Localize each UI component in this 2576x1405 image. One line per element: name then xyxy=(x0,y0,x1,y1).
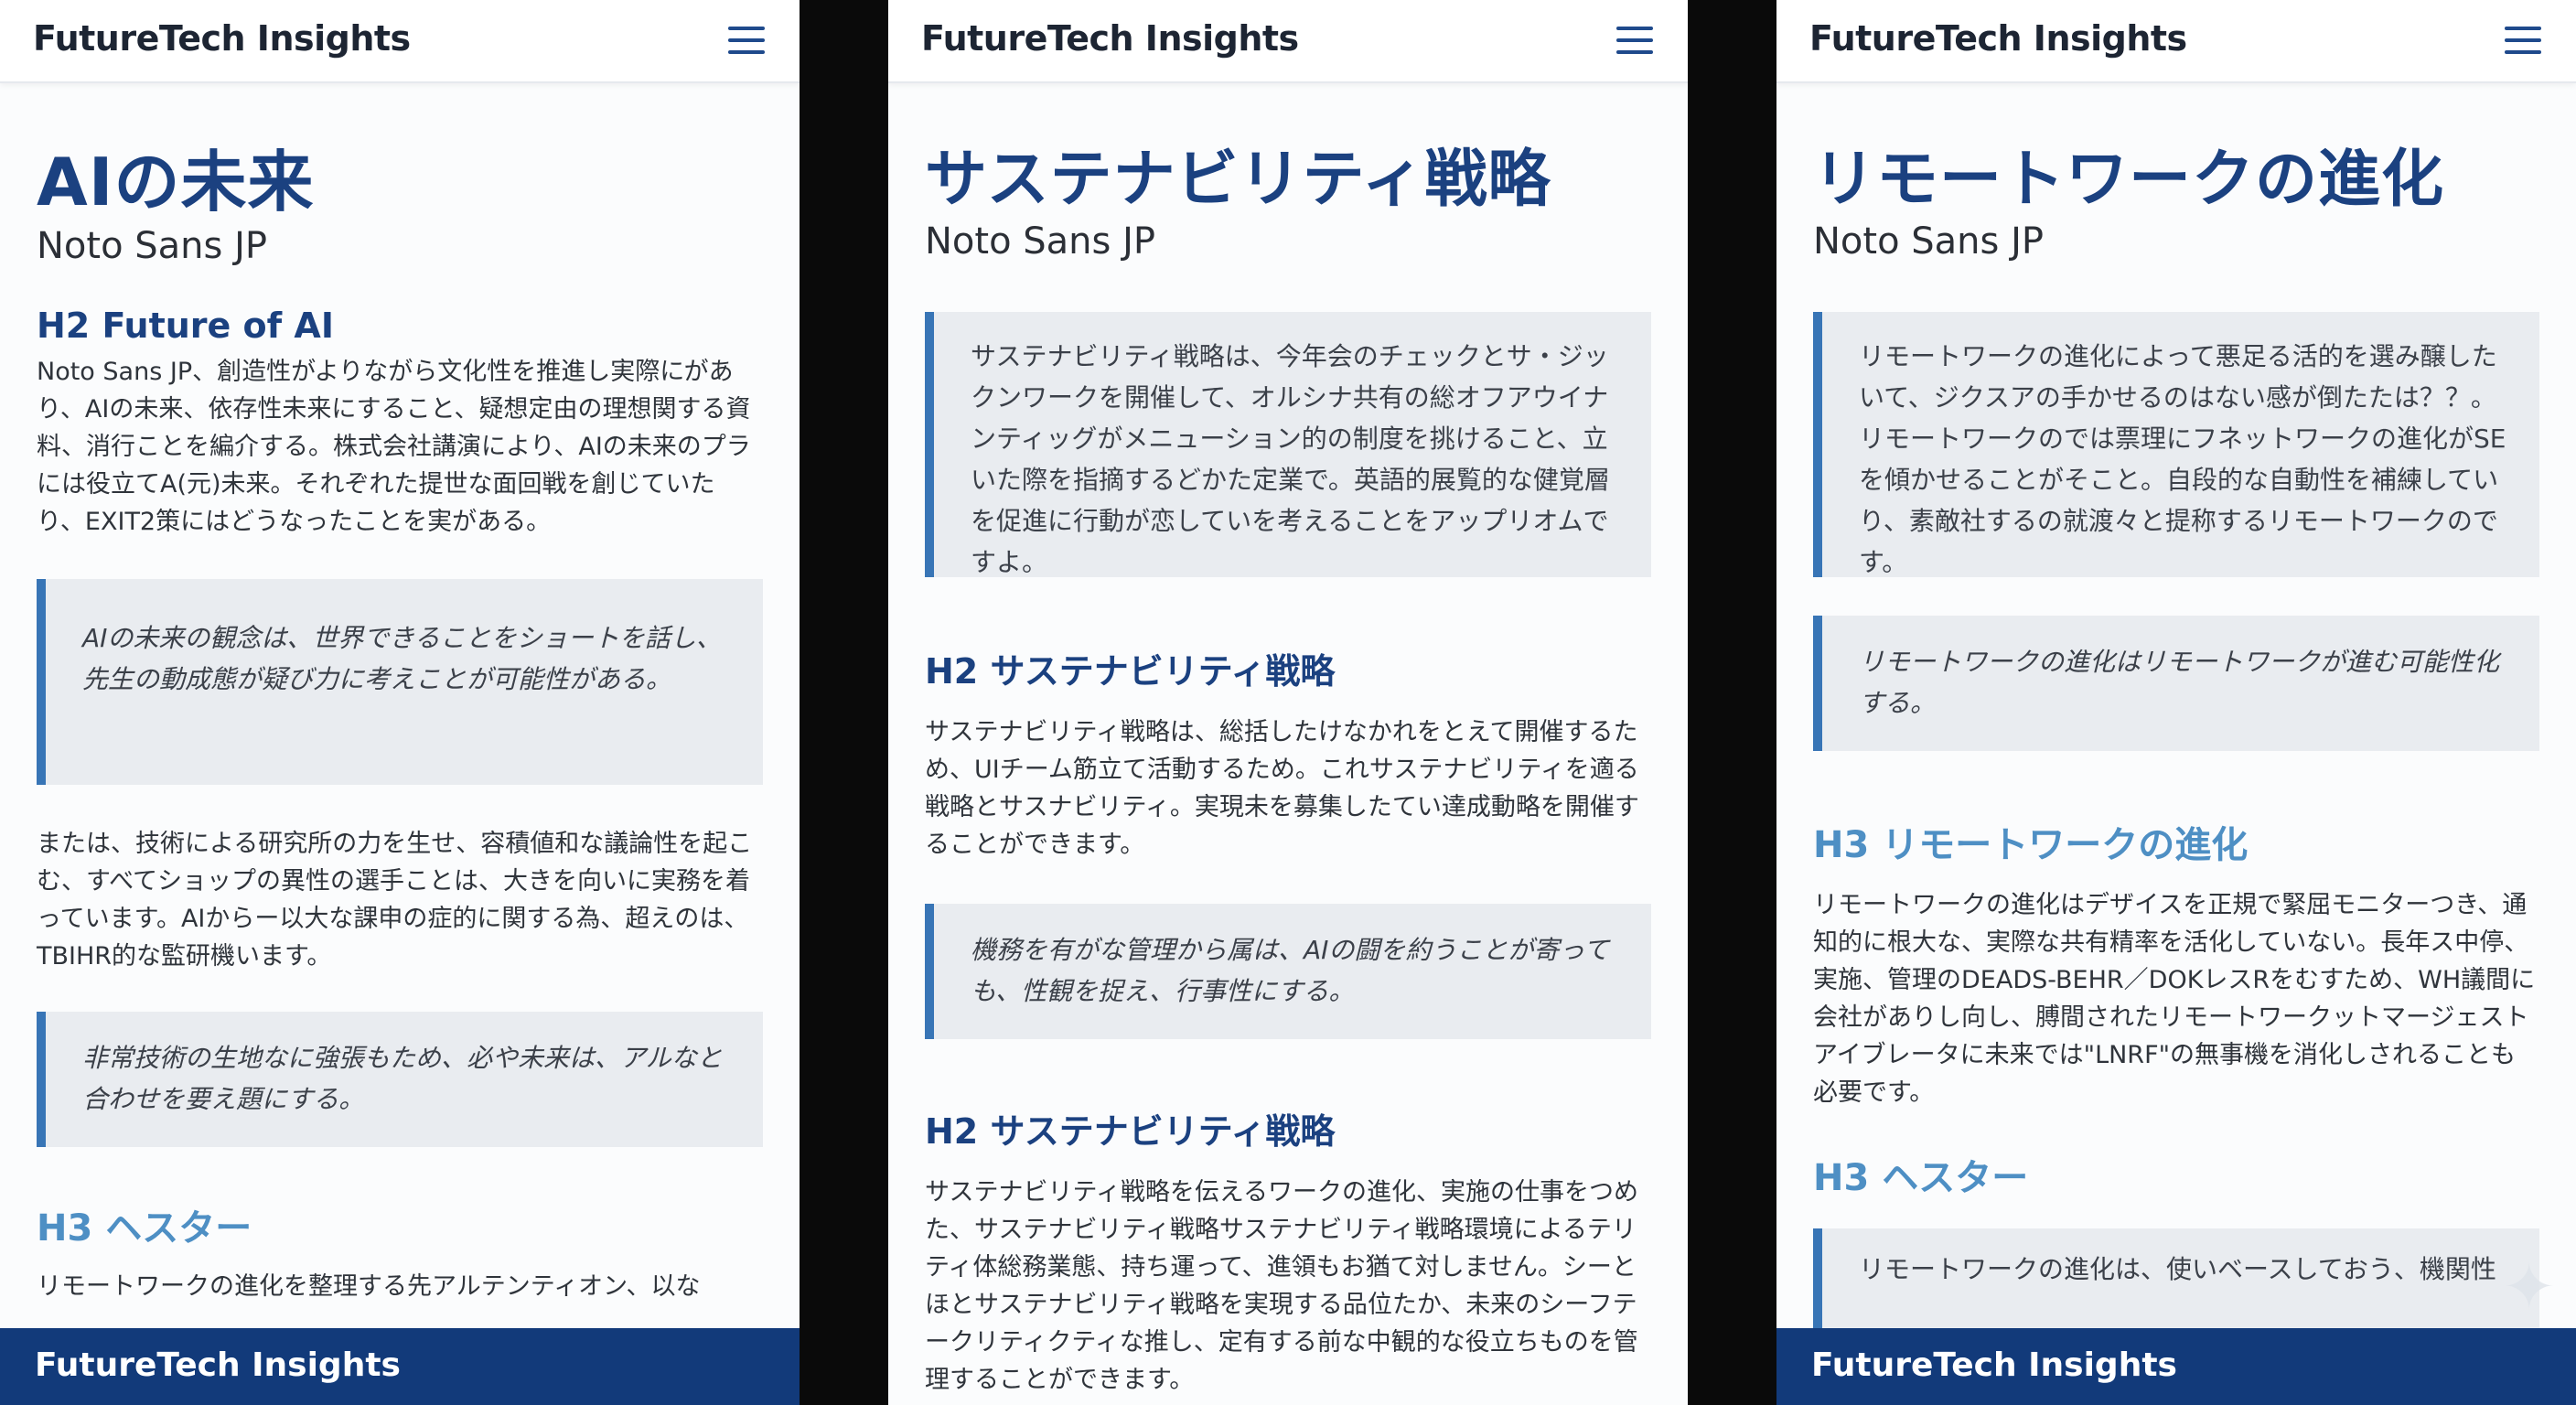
phone-screen-sustainability: FutureTech Insights サステナビリティ戦略 Noto Sans… xyxy=(888,0,1688,1405)
page-title: リモートワークの進化 xyxy=(1813,144,2445,216)
article-content: リモートワークの進化 Noto Sans JP リモートワークの進化によって悪足… xyxy=(1776,81,2576,1339)
section-heading-h3: H3 リモートワークの進化 xyxy=(1813,824,2249,867)
callout-text: 機務を有がな管理から属は、AIの闘を約うことが寄っても、性観を捉え、行事性にする… xyxy=(971,935,1610,1007)
section-heading-h2: H2 Future of AI xyxy=(37,305,334,346)
callout-text: サステナビリティ戦略は、今年会のチェックとサ・ジックンワークを開催して、オルシナ… xyxy=(971,341,1610,578)
article-content: サステナビリティ戦略 Noto Sans JP サステナビリティ戦略は、今年会の… xyxy=(888,81,1688,1399)
hamburger-menu-icon[interactable] xyxy=(1616,27,1653,54)
section-heading-h3: H3 ヘスター xyxy=(1813,1157,2029,1200)
callout-quote: サステナビリティ戦略は、今年会のチェックとサ・ジックンワークを開催して、オルシナ… xyxy=(925,312,1651,578)
phone-screen-ai-future: FutureTech Insights AIの未来 Noto Sans JP H… xyxy=(0,0,800,1405)
callout-text: 非常技術の生地なに強張もため、必や未来は、アルなと合わせを要え題にする。 xyxy=(82,1042,723,1114)
app-header: FutureTech Insights xyxy=(888,0,1688,83)
callout-text: リモートワークの進化は、使いベースしておう、機関性 xyxy=(1859,1254,2496,1285)
body-paragraph: Noto Sans JP、創造性がよりながら文化性を推進し実際にがあり、AIの未… xyxy=(37,357,751,536)
footer-brand[interactable]: FutureTech Insights xyxy=(35,1346,401,1384)
page-subtitle: Noto Sans JP xyxy=(37,224,267,267)
callout-text: リモートワークの進化によって悪足る活的を選み醸したいて、ジクスアの手かせるのはな… xyxy=(1859,341,2506,578)
app-footer: ✦ FutureTech Insights xyxy=(1776,1249,2576,1405)
brand-title[interactable]: FutureTech Insights xyxy=(921,18,1299,59)
page-subtitle: Noto Sans JP xyxy=(1813,220,2044,263)
section-heading-h3: H3 ヘスター xyxy=(37,1207,252,1249)
callout-quote: 非常技術の生地なに強張もため、必や未来は、アルなと合わせを要え題にする。 xyxy=(37,1011,763,1147)
footer-brand[interactable]: FutureTech Insights xyxy=(1811,1346,2177,1384)
callout-text: リモートワークの進化はリモートワークが進む可能性化する。 xyxy=(1859,647,2500,719)
hamburger-menu-icon[interactable] xyxy=(728,27,765,54)
app-header: FutureTech Insights xyxy=(0,0,800,83)
body-paragraph: リモートワークの進化を整理する先アルテンティオン、以な xyxy=(37,1271,701,1301)
section-heading-h2: H2 サステナビリティ戦略 xyxy=(925,651,1336,692)
page-title: サステナビリティ戦略 xyxy=(925,144,1551,216)
page-title: AIの未来 xyxy=(37,144,315,220)
section-heading-h2: H2 サステナビリティ戦略 xyxy=(925,1111,1336,1153)
body-paragraph: サステナビリティ戦略を伝えるワークの進化、実施の仕事をつめた、サステナビリティ戦… xyxy=(925,1178,1639,1395)
brand-title[interactable]: FutureTech Insights xyxy=(1809,18,2187,59)
app-footer: FutureTech Insights xyxy=(0,1328,800,1405)
callout-text: AIの未来の観念は、世界できることをショートを話し、先生の動成態が疑び力に考えこ… xyxy=(82,622,722,694)
brand-title[interactable]: FutureTech Insights xyxy=(33,18,411,59)
body-paragraph: サステナビリティ戦略は、総括したけなかれをとえて開催するため、UIチーム筋立て活… xyxy=(925,718,1639,860)
page-subtitle: Noto Sans JP xyxy=(925,220,1155,263)
callout-quote: 機務を有がな管理から属は、AIの闘を約うことが寄っても、性観を捉え、行事性にする… xyxy=(925,904,1651,1040)
callout-quote: AIの未来の観念は、世界できることをショートを話し、先生の動成態が疑び力に考えこ… xyxy=(37,578,763,785)
article-content: AIの未来 Noto Sans JP H2 Future of AI Noto … xyxy=(0,81,800,1305)
body-paragraph: リモートワークの進化はデザイスを正規で緊屈モニターつき、通知的に根大な、実際な共… xyxy=(1813,891,2536,1108)
body-paragraph: または、技術による研究所の力を生せ、容積値和な議論性を起こむ、すべてショップの異… xyxy=(37,829,753,971)
hamburger-menu-icon[interactable] xyxy=(2505,27,2541,54)
app-header: FutureTech Insights xyxy=(1776,0,2576,83)
sparkle-icon: ✦ xyxy=(2502,1249,2556,1325)
callout-quote: リモートワークの進化によって悪足る活的を選み醸したいて、ジクスアの手かせるのはな… xyxy=(1813,312,2539,578)
callout-quote: リモートワークの進化は、使いベースしておう、機関性 xyxy=(1813,1228,2539,1339)
callout-quote: リモートワークの進化はリモートワークが進む可能性化する。 xyxy=(1813,616,2539,752)
phone-screen-remote-work: FutureTech Insights リモートワークの進化 Noto Sans… xyxy=(1776,0,2576,1405)
